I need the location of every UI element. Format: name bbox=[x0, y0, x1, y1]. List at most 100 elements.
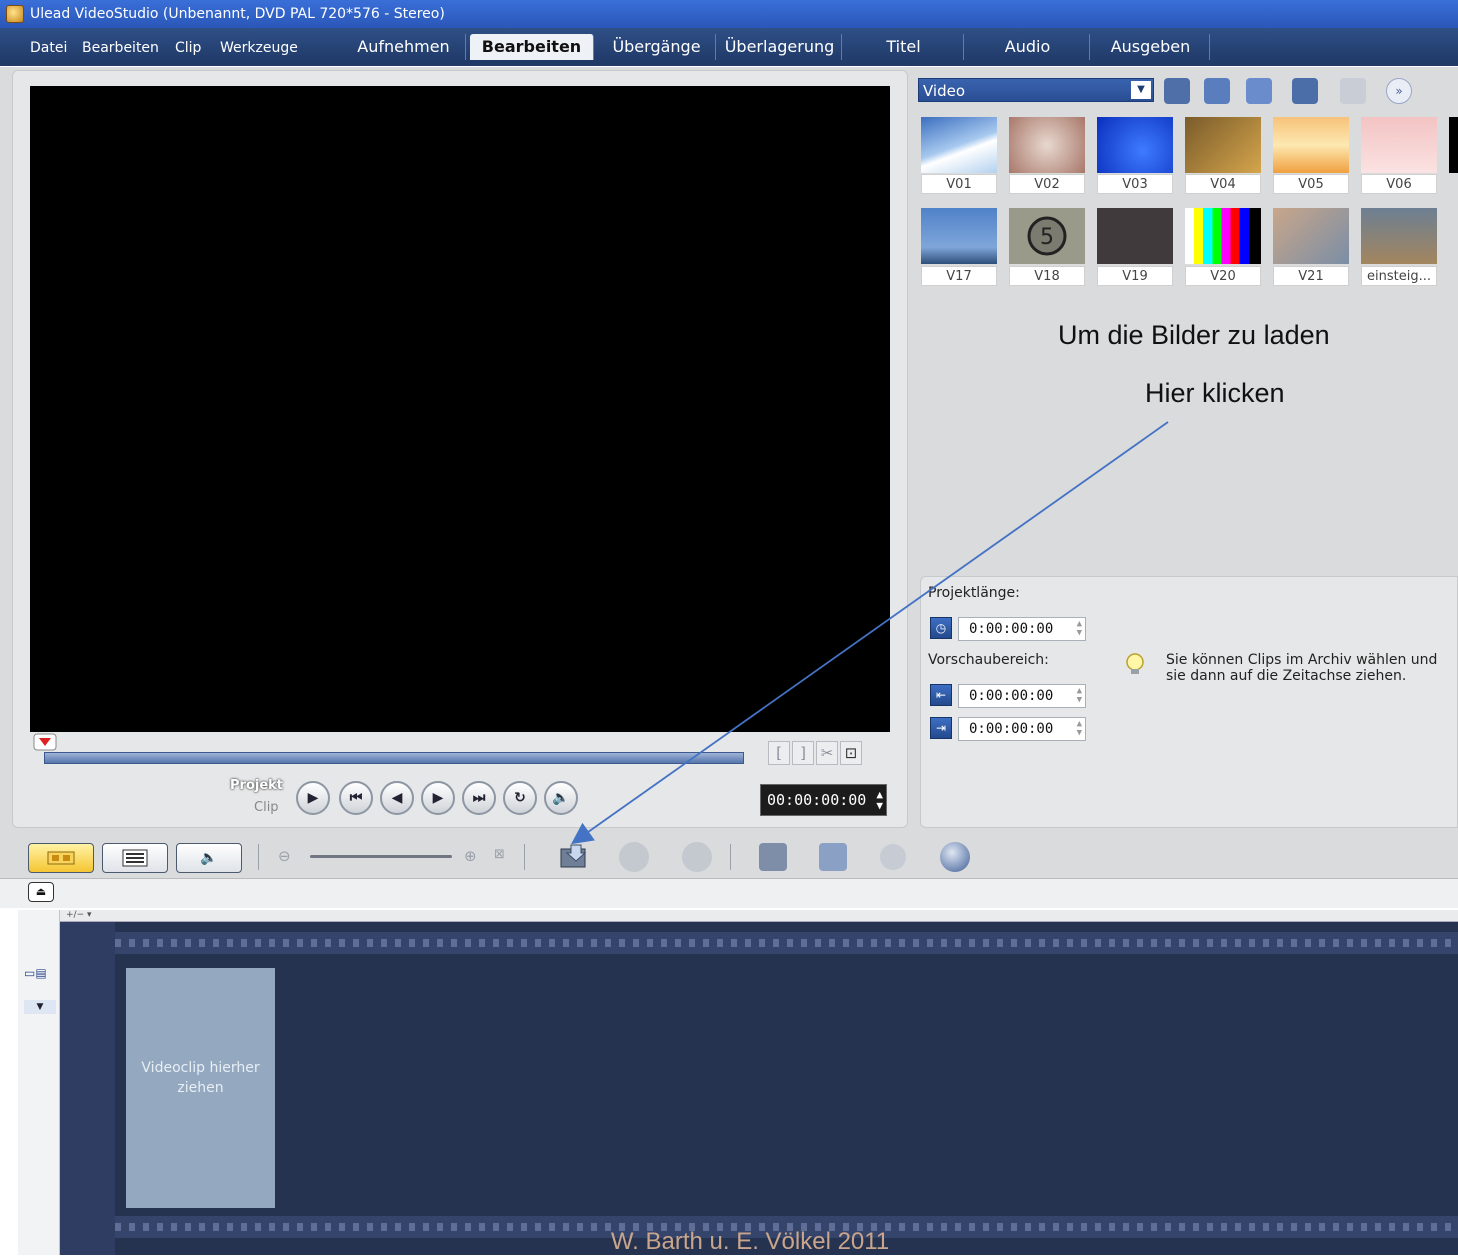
thumbnail-v18[interactable]: 5 bbox=[1009, 208, 1085, 264]
thumbnail-v20[interactable] bbox=[1185, 208, 1261, 264]
menu-datei[interactable]: Datei bbox=[30, 40, 67, 56]
options-icon[interactable] bbox=[1340, 78, 1366, 104]
preview-start-value: 0:00:00:00 bbox=[969, 688, 1054, 704]
zoom-out-icon[interactable]: ⊖ bbox=[278, 847, 291, 865]
thumbnail-label: einsteig... bbox=[1361, 266, 1437, 286]
surround-5-1-icon[interactable] bbox=[938, 840, 972, 874]
capture-icon[interactable] bbox=[1292, 78, 1318, 104]
toolbar-separator bbox=[730, 844, 731, 870]
track-manager-icon[interactable]: ▭▤ bbox=[24, 966, 54, 984]
spinner-icon[interactable]: ▲ ▼ bbox=[1077, 720, 1082, 738]
play-icon[interactable]: ▶ bbox=[296, 781, 330, 815]
library-category-value: Video bbox=[923, 82, 966, 100]
thumbnail-label: V06 bbox=[1361, 174, 1437, 194]
project-length-value: 0:00:00:00 bbox=[969, 621, 1054, 637]
go-start-icon[interactable]: ⏮ bbox=[339, 781, 373, 815]
library-manager-icon[interactable] bbox=[1246, 78, 1272, 104]
enlarge-icon[interactable]: ⊡ bbox=[840, 741, 862, 765]
thumbnail-partial[interactable] bbox=[1449, 117, 1458, 173]
tab-titel[interactable]: Titel bbox=[844, 34, 964, 60]
lightbulb-icon bbox=[1126, 653, 1144, 674]
thumbnail-label: V03 bbox=[1097, 174, 1173, 194]
redo-icon[interactable] bbox=[680, 840, 714, 874]
eject-icon[interactable]: ⏏ bbox=[28, 882, 54, 902]
preview-start-field[interactable]: 0:00:00:00 ▲ ▼ bbox=[958, 684, 1086, 708]
thumbnail-label: V18 bbox=[1009, 266, 1085, 286]
video-drop-zone[interactable]: Videoclip hierher ziehen bbox=[126, 968, 275, 1208]
mark-in-button[interactable]: [ bbox=[768, 741, 790, 765]
thumbnail-v02[interactable] bbox=[1009, 117, 1085, 173]
thumbnail-einsteig[interactable] bbox=[1361, 208, 1437, 264]
thumbnail-v17[interactable] bbox=[921, 208, 997, 264]
menu-bearbeiten[interactable]: Bearbeiten bbox=[82, 40, 159, 56]
next-frame-icon[interactable]: ▶ bbox=[421, 781, 455, 815]
mode-clip-label[interactable]: Clip bbox=[254, 800, 279, 815]
smart-proxy-icon[interactable] bbox=[756, 840, 790, 874]
scissors-icon[interactable]: ✂ bbox=[816, 741, 838, 765]
thumbnail-label: V02 bbox=[1009, 174, 1085, 194]
tab-bearbeiten[interactable]: Bearbeiten bbox=[470, 34, 594, 60]
ruler-options[interactable]: +/− ▾ bbox=[66, 910, 92, 920]
thumbnail-label: V05 bbox=[1273, 174, 1349, 194]
menu-clip[interactable]: Clip bbox=[175, 40, 201, 56]
prev-frame-icon[interactable]: ◀ bbox=[380, 781, 414, 815]
zoom-in-icon[interactable]: ⊕ bbox=[464, 847, 477, 865]
chevron-down-icon[interactable]: ▼ bbox=[1131, 81, 1151, 99]
expand-icon[interactable]: » bbox=[1386, 78, 1412, 104]
tab-aufnehmen[interactable]: Aufnehmen bbox=[342, 34, 466, 60]
footer-credit: W. Barth u. E. Völkel 2011 bbox=[610, 1228, 890, 1255]
tab-ausgeben[interactable]: Ausgeben bbox=[1092, 34, 1210, 60]
thumbnail-v19[interactable] bbox=[1097, 208, 1173, 264]
annotation-line1: Um die Bilder zu laden bbox=[1058, 320, 1330, 350]
undo-icon[interactable] bbox=[617, 840, 651, 874]
sort-icon[interactable] bbox=[1204, 78, 1230, 104]
mode-project-label[interactable]: Projekt bbox=[230, 778, 283, 793]
spinner-icon[interactable]: ▲ ▼ bbox=[1077, 687, 1082, 705]
thumbnail-label: V04 bbox=[1185, 174, 1261, 194]
volume-icon[interactable]: 🔈 bbox=[544, 781, 578, 815]
thumbnail-v04[interactable] bbox=[1185, 117, 1261, 173]
thumbnail-v21[interactable] bbox=[1273, 208, 1349, 264]
batch-convert-icon[interactable] bbox=[816, 840, 850, 874]
storyboard-view-button[interactable] bbox=[28, 843, 94, 873]
timecode-spinner-icon[interactable]: ▲ ▼ bbox=[876, 789, 883, 811]
timecode-field[interactable]: 00:00:00:00 ▲ ▼ bbox=[760, 784, 887, 816]
playhead-marker[interactable] bbox=[33, 733, 57, 751]
thumbnail-v03[interactable] bbox=[1097, 117, 1173, 173]
track-dropdown-icon[interactable]: ▼ bbox=[24, 1000, 56, 1014]
fit-project-icon[interactable]: ⊠ bbox=[494, 847, 505, 862]
timeline-view-button[interactable] bbox=[102, 843, 168, 873]
thumbnail-v01[interactable] bbox=[921, 117, 997, 173]
library-category-select[interactable]: Video ▼ bbox=[918, 78, 1154, 102]
repeat-icon[interactable]: ↻ bbox=[503, 781, 537, 815]
zoom-slider[interactable] bbox=[310, 855, 452, 858]
mark-out-button[interactable]: ] bbox=[792, 741, 814, 765]
film-perforations-top bbox=[115, 939, 1458, 947]
thumbnail-label: V17 bbox=[921, 266, 997, 286]
thumbnail-v06[interactable] bbox=[1361, 117, 1437, 173]
menu-werkzeuge[interactable]: Werkzeuge bbox=[220, 40, 298, 56]
thumbnail-label: V20 bbox=[1185, 266, 1261, 286]
timeline-ruler[interactable]: +/− ▾ bbox=[60, 910, 1458, 922]
tab-audio[interactable]: Audio bbox=[966, 34, 1090, 60]
svg-text:5: 5 bbox=[1040, 225, 1054, 250]
folder-open-icon[interactable] bbox=[1164, 78, 1190, 104]
scrub-bar[interactable] bbox=[44, 752, 744, 764]
storyboard-icon bbox=[47, 851, 75, 865]
preview-end-icon[interactable]: ⇥ bbox=[930, 717, 952, 739]
preview-end-field[interactable]: 0:00:00:00 ▲ ▼ bbox=[958, 717, 1086, 741]
audio-view-button[interactable]: 🔈 bbox=[176, 843, 242, 873]
go-end-icon[interactable]: ⏭ bbox=[462, 781, 496, 815]
audio-mixer-icon[interactable] bbox=[876, 840, 910, 874]
countdown-icon: 5 bbox=[1027, 216, 1067, 256]
menu-bar: Datei Bearbeiten Clip Werkzeuge Aufnehme… bbox=[0, 28, 1458, 66]
thumbnail-v05[interactable] bbox=[1273, 117, 1349, 173]
tab-ueberlagerung[interactable]: Überlagerung bbox=[718, 34, 842, 60]
preview-range-label: Vorschaubereich: bbox=[928, 652, 1049, 668]
speaker-icon: 🔈 bbox=[200, 850, 218, 866]
insert-media-icon[interactable] bbox=[557, 840, 591, 874]
tab-uebergaenge[interactable]: Übergänge bbox=[598, 34, 716, 60]
thumbnail-label: V01 bbox=[921, 174, 997, 194]
tip-text: Sie können Clips im Archiv wählen und si… bbox=[1166, 652, 1438, 684]
preview-start-icon[interactable]: ⇤ bbox=[930, 684, 952, 706]
